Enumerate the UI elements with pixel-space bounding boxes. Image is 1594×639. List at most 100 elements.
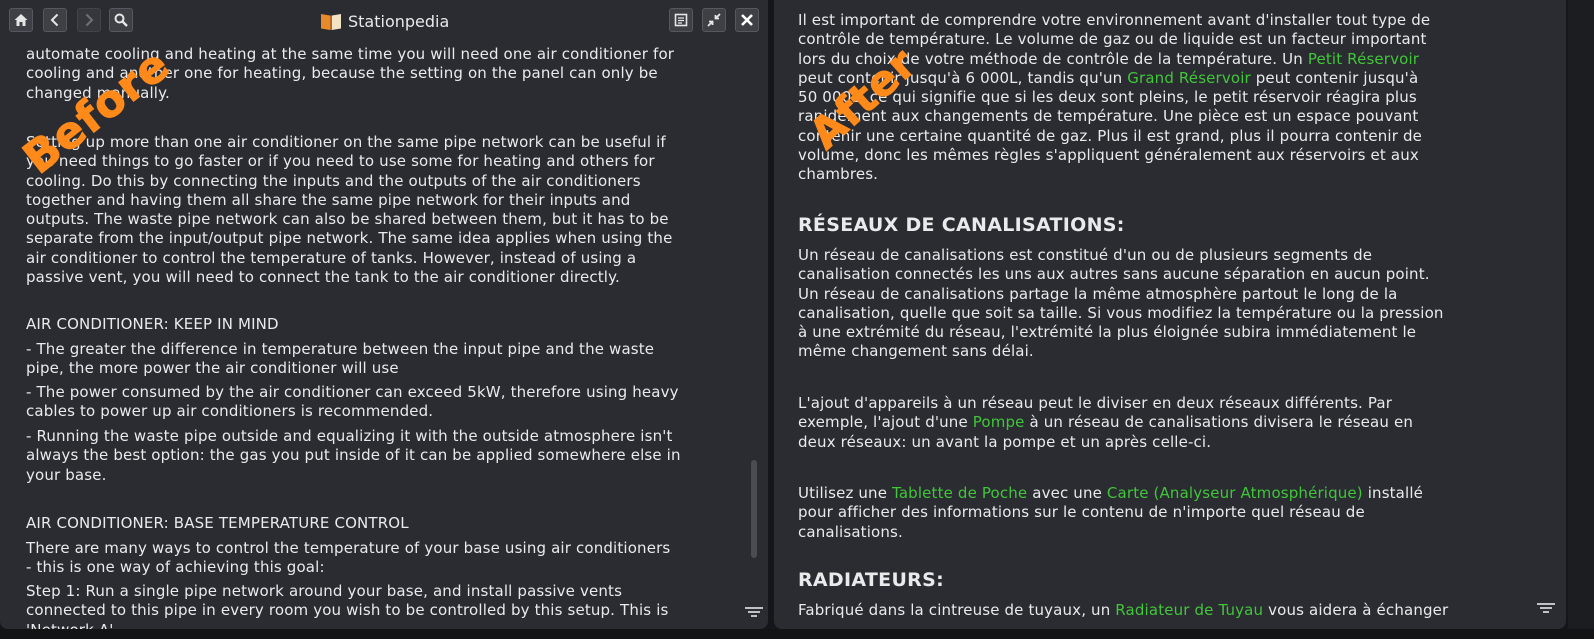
text-line: Il est important de comprendre votre env… xyxy=(798,11,1430,30)
paragraph: Setting up more than one air conditioner… xyxy=(26,133,672,287)
text-line: même changement sans délai. xyxy=(798,342,1444,361)
text-line: cooling. Do this by connecting the input… xyxy=(26,171,641,190)
section-heading: RÉSEAUX DE CANALISATIONS: xyxy=(798,214,1125,236)
search-icon xyxy=(114,13,128,27)
text-run: à une extrémité du réseau, l'extrémité l… xyxy=(798,323,1417,342)
paragraph: Fabriqué dans la cintreuse de tuyaux, un… xyxy=(798,601,1448,620)
text-line: RADIATEURS: xyxy=(798,569,944,591)
text-line: air conditioner to control the temperatu… xyxy=(26,248,637,267)
stationpedia-link[interactable]: Grand Réservoir xyxy=(1127,69,1251,87)
text-line: - The power consumed by the air conditio… xyxy=(26,383,679,401)
text-line: AIR CONDITIONER: BASE TEMPERATURE CONTRO… xyxy=(26,514,409,532)
paragraph: L'ajout d'appareils à un réseau peut le … xyxy=(798,394,1413,452)
text-run: volume, donc les mêmes règles s'applique… xyxy=(798,146,1419,165)
text-line: cables to power up air conditioners is r… xyxy=(26,402,434,421)
text-run: canalisation, quelle que soit sa taille.… xyxy=(798,303,1444,322)
filter-lines-icon[interactable] xyxy=(744,604,764,620)
close-icon xyxy=(741,14,753,26)
text-run: canalisations. xyxy=(798,522,903,541)
text-run: exemple, l'ajout d'une xyxy=(798,413,973,432)
paragraph: There are many ways to control the tempe… xyxy=(26,539,670,578)
paragraph: AIR CONDITIONER: KEEP IN MIND xyxy=(26,315,279,334)
paragraph: - The power consumed by the air conditio… xyxy=(26,383,679,422)
text-run: chambres. xyxy=(798,165,879,184)
window-title-text: Stationpedia xyxy=(348,11,450,31)
text-line: separate from the input/output pipe netw… xyxy=(26,229,673,248)
stationpedia-link[interactable]: Carte (Analyseur Atmosphérique) xyxy=(1107,484,1363,502)
notepad-icon xyxy=(674,13,688,27)
back-button[interactable] xyxy=(43,8,67,32)
text-line: Setting up more than one air conditioner… xyxy=(26,133,666,151)
text-line: L'ajout d'appareils à un réseau peut le … xyxy=(798,394,1413,413)
home-button[interactable] xyxy=(9,8,33,32)
text-line: exemple, l'ajout d'une Pompe à un réseau… xyxy=(798,413,1413,432)
text-line: - this is one way of achieving this goal… xyxy=(26,558,325,577)
text-run: installé xyxy=(1362,484,1424,502)
text-run: Il est important de comprendre votre env… xyxy=(798,11,1431,29)
text-line: volume, donc les mêmes règles s'applique… xyxy=(798,146,1430,165)
text-line: chambres. xyxy=(798,165,1430,184)
stationpedia-link[interactable]: Radiateur de Tuyau xyxy=(1115,601,1263,619)
stationpedia-link[interactable]: Pompe xyxy=(973,413,1025,431)
stationpedia-link[interactable]: Tablette de Poche xyxy=(892,484,1027,502)
search-button[interactable] xyxy=(109,8,133,32)
text-line: à une extrémité du réseau, l'extrémité l… xyxy=(798,323,1444,342)
text-line: always the best option: the gas you put … xyxy=(26,446,681,465)
text-line: Un réseau de canalisations est constitué… xyxy=(798,246,1444,265)
text-line: Fabriqué dans la cintreuse de tuyaux, un… xyxy=(798,601,1448,620)
text-line: you need things to go faster or if you n… xyxy=(26,152,655,171)
text-run: vous aidera à échanger xyxy=(1263,601,1449,619)
text-line: pour afficher des informations sur le co… xyxy=(798,503,1423,522)
background-edge xyxy=(1568,0,1594,639)
scrollbar-thumb[interactable] xyxy=(751,460,757,558)
text-line: Utilisez une Tablette de Poche avec une … xyxy=(798,484,1423,503)
book-icon xyxy=(321,14,341,30)
text-line: 'Network A'. xyxy=(26,621,668,629)
title-bar: Stationpedia xyxy=(0,0,768,40)
text-run: L'ajout d'appareils à un réseau peut le … xyxy=(798,394,1393,412)
text-run: pour afficher des informations sur le co… xyxy=(798,503,1365,522)
text-run: deux réseaux: un avant la pompe et un ap… xyxy=(798,432,1212,451)
text-run: Utilisez une xyxy=(798,484,893,502)
text-run: à un réseau de canalisations divisera le… xyxy=(1024,413,1414,432)
home-icon xyxy=(14,14,28,26)
filter-lines-icon[interactable] xyxy=(1536,600,1556,616)
paragraph: Un réseau de canalisations est constitué… xyxy=(798,246,1444,362)
text-run: rapidement aux changements de températur… xyxy=(798,107,1419,126)
text-line: passive vent, you will need to connect t… xyxy=(26,268,620,287)
text-run: peut contenir jusqu'à xyxy=(1250,68,1419,87)
text-line: pipe, the more power the air conditioner… xyxy=(26,359,399,378)
text-line: - Running the waste pipe outside and equ… xyxy=(26,427,673,445)
text-line: RÉSEAUX DE CANALISATIONS: xyxy=(798,214,1125,236)
text-line: - The greater the difference in temperat… xyxy=(26,340,655,358)
paragraph: AIR CONDITIONER: BASE TEMPERATURE CONTRO… xyxy=(26,514,409,533)
chevron-right-icon xyxy=(85,13,94,27)
text-line: together and having them all share the s… xyxy=(26,190,631,209)
stationpedia-window-after: Il est important de comprendre votre env… xyxy=(774,0,1566,629)
text-line: canalisations. xyxy=(798,523,1423,542)
text-line: rapidement aux changements de températur… xyxy=(798,107,1430,126)
text-run: Un réseau de canalisations est constitué… xyxy=(798,246,1373,264)
chevron-left-icon xyxy=(50,13,59,27)
text-line: There are many ways to control the tempe… xyxy=(26,539,671,557)
section-heading: RADIATEURS: xyxy=(798,569,944,591)
text-line: canalisation connectés les uns aux autre… xyxy=(798,265,1444,284)
text-run: RÉSEAUX DE CANALISATIONS: xyxy=(798,214,1125,236)
text-run: RADIATEURS: xyxy=(798,569,944,591)
collapse-arrows-icon xyxy=(707,13,721,27)
text-run: Un réseau de canalisations partage la mê… xyxy=(798,284,1398,303)
minimize-button[interactable] xyxy=(702,8,726,32)
close-button[interactable] xyxy=(735,8,759,32)
text-line: contenir une certaine quantité de gaz. P… xyxy=(798,127,1430,146)
text-line: AIR CONDITIONER: KEEP IN MIND xyxy=(26,315,279,333)
forward-button[interactable] xyxy=(77,8,101,32)
paragraph: Step 1: Run a single pipe network around… xyxy=(26,582,668,629)
text-line: outputs. The waste pipe network can also… xyxy=(26,210,669,229)
stationpedia-link[interactable]: Petit Réservoir xyxy=(1308,50,1419,68)
background-strip xyxy=(0,629,1594,639)
paragraph: Utilisez une Tablette de Poche avec une … xyxy=(798,484,1423,542)
text-line: Un réseau de canalisations partage la mê… xyxy=(798,285,1444,304)
notes-button[interactable] xyxy=(669,8,693,32)
text-run: avec une xyxy=(1027,484,1107,502)
paragraph: - Running the waste pipe outside and equ… xyxy=(26,427,681,485)
